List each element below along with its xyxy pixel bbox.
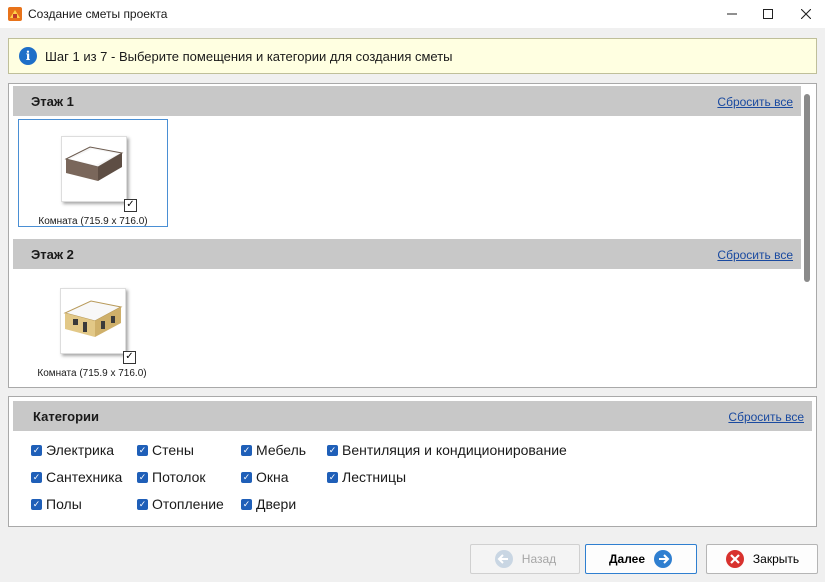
- category-label: Стены: [152, 442, 194, 458]
- close-window-button[interactable]: [788, 0, 824, 28]
- checkbox-icon: ✓: [327, 471, 338, 483]
- next-label: Далее: [608, 552, 646, 566]
- category-label: Электрика: [46, 442, 115, 458]
- reset-categories-link[interactable]: Сбросить все: [728, 410, 804, 424]
- category-checkbox[interactable]: ✓ Электрика: [31, 442, 114, 458]
- room-thumbnail: [61, 136, 127, 202]
- step-message: Шаг 1 из 7 - Выберите помещения и катего…: [45, 49, 453, 64]
- category-label: Сантехника: [46, 469, 123, 485]
- checkbox-icon: ✓: [327, 444, 338, 456]
- category-label: Вентиляция и кондиционирование: [342, 442, 567, 458]
- category-checkbox[interactable]: ✓ Мебель: [241, 442, 306, 458]
- room-tile[interactable]: ✓ Комната (715.9 x 716.0): [18, 119, 168, 227]
- checkbox-icon: ✓: [31, 471, 42, 483]
- floors-panel: Этаж 1 Сбросить все ✓ Комната (715.9 x 7…: [8, 83, 817, 388]
- floor-header: Этаж 2 Сбросить все: [13, 239, 801, 269]
- minimize-button[interactable]: [714, 0, 750, 28]
- category-checkbox[interactable]: ✓ Отопление: [137, 496, 224, 512]
- room-checkbox[interactable]: ✓: [123, 351, 136, 364]
- checkbox-icon: ✓: [241, 498, 252, 510]
- room-checkbox[interactable]: ✓: [124, 199, 137, 212]
- close-icon: [801, 9, 811, 19]
- category-checkbox[interactable]: ✓ Окна: [241, 469, 289, 485]
- category-checkbox[interactable]: ✓ Стены: [137, 442, 194, 458]
- checkbox-icon: ✓: [137, 444, 148, 456]
- category-checkbox[interactable]: ✓ Лестницы: [327, 469, 406, 485]
- scrollbar[interactable]: [804, 94, 810, 282]
- room-house-icon: [63, 300, 123, 337]
- room-label: Комната (715.9 x 716.0): [38, 216, 148, 227]
- title-bar: Создание сметы проекта: [0, 0, 825, 28]
- minimize-icon: [727, 13, 737, 15]
- room-tile[interactable]: ✓ Комната (715.9 x 716.0): [18, 272, 168, 380]
- arrow-right-icon: [654, 550, 673, 568]
- room-label: Комната (715.9 x 716.0): [37, 368, 147, 379]
- checkbox-icon: ✓: [241, 471, 252, 483]
- next-button[interactable]: Далее: [585, 544, 697, 574]
- arrow-left-icon: [494, 550, 513, 568]
- close-label: Закрыть: [752, 552, 800, 566]
- app-icon: [8, 7, 22, 21]
- category-checkbox[interactable]: ✓ Вентиляция и кондиционирование: [327, 442, 567, 458]
- category-label: Мебель: [256, 442, 307, 458]
- room-box-icon: [64, 146, 124, 181]
- category-label: Окна: [256, 469, 289, 485]
- floor-title: Этаж 2: [31, 247, 74, 262]
- categories-panel: Категории Сбросить все ✓ Электрика ✓ Стены…: [8, 396, 817, 527]
- category-checkbox[interactable]: ✓ Двери: [241, 496, 296, 512]
- checkbox-icon: ✓: [137, 471, 148, 483]
- info-bar: i Шаг 1 из 7 - Выберите помещения и кате…: [8, 38, 817, 74]
- category-label: Лестницы: [342, 469, 407, 485]
- floor-title: Этаж 1: [31, 94, 74, 109]
- categories-title: Категории: [33, 409, 100, 424]
- category-label: Двери: [256, 496, 297, 512]
- checkbox-icon: ✓: [137, 498, 148, 510]
- back-button[interactable]: Назад: [470, 544, 580, 574]
- category-checkbox[interactable]: ✓ Сантехника: [31, 469, 122, 485]
- info-icon: i: [19, 47, 37, 65]
- category-label: Потолок: [152, 469, 206, 485]
- room-thumbnail: [60, 288, 126, 354]
- maximize-button[interactable]: [750, 0, 786, 28]
- reset-all-link[interactable]: Сбросить все: [717, 95, 793, 109]
- checkbox-icon: ✓: [31, 444, 42, 456]
- category-label: Полы: [46, 496, 82, 512]
- maximize-icon: [763, 9, 773, 19]
- floor-header: Этаж 1 Сбросить все: [13, 86, 801, 116]
- reset-all-link[interactable]: Сбросить все: [717, 248, 793, 262]
- close-circle-icon: [725, 550, 744, 568]
- back-label: Назад: [521, 552, 557, 566]
- category-checkbox[interactable]: ✓ Полы: [31, 496, 82, 512]
- checkbox-icon: ✓: [31, 498, 42, 510]
- checkbox-icon: ✓: [241, 444, 252, 456]
- categories-header: Категории Сбросить все: [13, 401, 812, 431]
- category-label: Отопление: [152, 496, 224, 512]
- window-title: Создание сметы проекта: [28, 7, 168, 21]
- close-button[interactable]: Закрыть: [706, 544, 818, 574]
- category-checkbox[interactable]: ✓ Потолок: [137, 469, 206, 485]
